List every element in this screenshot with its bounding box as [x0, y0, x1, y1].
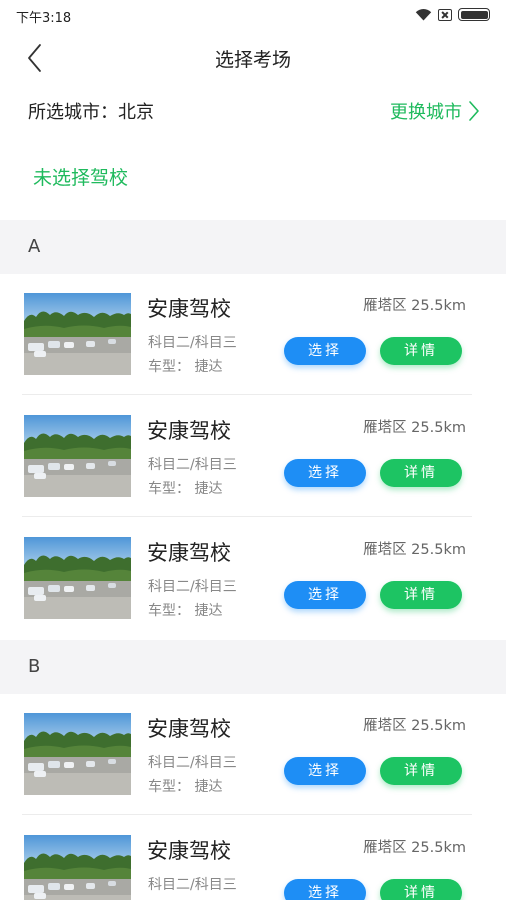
- select-button[interactable]: 选择: [284, 581, 366, 609]
- school-distance: 雁塔区 25.5km: [363, 718, 466, 734]
- detail-button[interactable]: 详情: [380, 459, 462, 487]
- detail-button[interactable]: 详情: [380, 337, 462, 365]
- section-letter: A: [28, 236, 41, 257]
- section-header: B: [0, 640, 506, 694]
- chevron-right-icon: [469, 101, 479, 121]
- nav-bar: 选择考场: [0, 32, 506, 82]
- city-row: 所选城市：北京 更换城市: [0, 88, 506, 134]
- school-card[interactable]: 安康驾校 雁塔区 25.5km 科目二/科目三车型： 捷达 选择详情: [22, 694, 472, 815]
- school-distance: 雁塔区 25.5km: [363, 542, 466, 558]
- school-subjects: 科目二/科目三: [148, 335, 237, 351]
- detail-button[interactable]: 详情: [380, 757, 462, 785]
- change-city-button[interactable]: 更换城市: [390, 98, 480, 124]
- school-name: 安康驾校: [147, 717, 231, 741]
- school-car-type: 车型： 捷达: [148, 603, 223, 619]
- detail-button[interactable]: 详情: [380, 879, 462, 900]
- school-card[interactable]: 安康驾校 雁塔区 25.5km 科目二/科目三车型： 捷达 选择详情: [22, 518, 472, 639]
- school-photo: [24, 835, 131, 900]
- no-school-selected-label: 未选择驾校: [33, 167, 129, 189]
- school-distance: 雁塔区 25.5km: [363, 298, 466, 314]
- status-time: 下午3:18: [16, 11, 72, 26]
- school-car-type: 车型： 捷达: [148, 481, 223, 497]
- status-bar: 下午3:18: [0, 0, 506, 32]
- school-card[interactable]: 安康驾校雁塔区 25.5km科目二/科目三车型： 捷达选择详情: [22, 816, 472, 900]
- select-button[interactable]: 选择: [284, 459, 366, 487]
- school-card[interactable]: 安康驾校 雁塔区 25.5km 科目二/科目三车型： 捷达 选择详情: [22, 274, 472, 395]
- school-name: 安康驾校: [147, 541, 231, 565]
- school-name: 安康驾校: [147, 297, 231, 321]
- school-photo: [24, 293, 131, 375]
- school-subjects: 科目二/科目三: [148, 877, 237, 893]
- status-icons: [415, 8, 490, 21]
- school-car-type: 车型： 捷达: [148, 359, 223, 375]
- school-name: 安康驾校: [147, 839, 231, 863]
- school-photo: [24, 537, 131, 619]
- school-distance: 雁塔区 25.5km: [363, 840, 466, 856]
- selected-city-label: 所选城市：北京: [28, 102, 154, 123]
- school-car-type: 车型： 捷达: [148, 779, 223, 795]
- school-distance: 雁塔区 25.5km: [363, 420, 466, 436]
- school-subjects: 科目二/科目三: [148, 755, 237, 771]
- no-sim-icon: [438, 8, 452, 21]
- school-subjects: 科目二/科目三: [148, 457, 237, 473]
- school-photo: [24, 713, 131, 795]
- school-photo: [24, 415, 131, 497]
- battery-icon: [458, 8, 490, 21]
- select-button[interactable]: 选择: [284, 337, 366, 365]
- section-letter: B: [28, 656, 41, 677]
- section-header: A: [0, 220, 506, 274]
- school-card[interactable]: 安康驾校 雁塔区 25.5km 科目二/科目三车型： 捷达 选择详情: [22, 396, 472, 517]
- change-city-label: 更换城市: [390, 102, 462, 123]
- page-title: 选择考场: [214, 49, 291, 71]
- select-button[interactable]: 选择: [284, 757, 366, 785]
- school-name: 安康驾校: [147, 419, 231, 443]
- school-subjects: 科目二/科目三: [148, 579, 237, 595]
- wifi-icon: [415, 9, 432, 21]
- select-button[interactable]: 选择: [284, 879, 366, 900]
- detail-button[interactable]: 详情: [380, 581, 462, 609]
